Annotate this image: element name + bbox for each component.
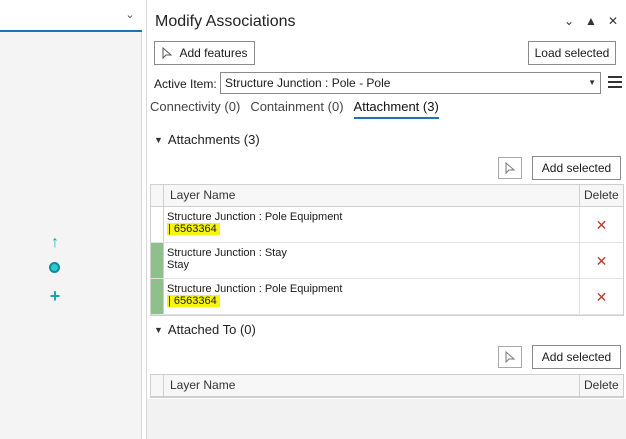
column-delete[interactable]: Delete bbox=[579, 375, 623, 396]
map-plus-symbol-icon[interactable]: + bbox=[46, 287, 64, 305]
attachments-title: Attachments (3) bbox=[167, 132, 260, 147]
map-view[interactable]: ⌄ ↑ + bbox=[0, 0, 142, 439]
association-tabs: Connectivity (0) Containment (0) Attachm… bbox=[150, 99, 439, 119]
map-arrow-symbol-icon[interactable]: ↑ bbox=[46, 234, 64, 252]
layer-name-cell: Structure Junction : Stay Stay bbox=[164, 243, 579, 278]
tab-connectivity[interactable]: Connectivity (0) bbox=[150, 99, 240, 119]
active-item-value: Structure Junction : Pole - Pole bbox=[225, 76, 391, 90]
chevron-down-icon[interactable]: ▼ bbox=[154, 325, 163, 335]
delete-cell: ✕ bbox=[579, 207, 623, 242]
dropdown-arrow-icon[interactable]: ▼ bbox=[588, 73, 596, 93]
table-header: Layer Name Delete bbox=[151, 185, 623, 207]
modify-associations-panel: Modify Associations ⌄ ▲ ✕ Add features L… bbox=[146, 0, 626, 439]
panel-controls: ⌄ ▲ ✕ bbox=[562, 14, 620, 28]
row-selector[interactable] bbox=[151, 207, 164, 242]
add-selected-button[interactable]: Add selected bbox=[532, 156, 621, 180]
column-layer-name[interactable]: Layer Name bbox=[164, 185, 579, 206]
table-header: Layer Name Delete bbox=[151, 375, 623, 397]
map-header: ⌄ bbox=[0, 0, 142, 32]
delete-icon[interactable]: ✕ bbox=[596, 218, 608, 232]
layer-name: Structure Junction : Pole Equipment bbox=[167, 283, 343, 295]
row-selector[interactable] bbox=[151, 243, 164, 278]
asset-id: Stay bbox=[167, 259, 190, 271]
chevron-down-icon[interactable]: ⌄ bbox=[124, 9, 136, 21]
table-row[interactable]: Structure Junction : Pole Equipment | 65… bbox=[151, 207, 623, 243]
delete-cell: ✕ bbox=[579, 279, 623, 314]
attached-to-section-header[interactable]: ▼ Attached To (0) bbox=[154, 322, 256, 337]
panel-title: Modify Associations bbox=[155, 13, 296, 30]
menu-icon[interactable] bbox=[608, 75, 622, 89]
cursor-icon bbox=[505, 162, 516, 174]
column-delete[interactable]: Delete bbox=[579, 185, 623, 206]
select-tool-button[interactable] bbox=[498, 157, 522, 179]
cursor-icon bbox=[162, 47, 173, 59]
table-row[interactable]: Structure Junction : Stay Stay ✕ bbox=[151, 243, 623, 279]
cursor-icon bbox=[505, 351, 516, 363]
close-icon[interactable]: ✕ bbox=[606, 14, 620, 28]
table-row[interactable]: Structure Junction : Pole Equipment | 65… bbox=[151, 279, 623, 315]
row-selector[interactable] bbox=[151, 279, 164, 314]
active-item-label: Active Item: bbox=[154, 77, 217, 91]
layer-name-cell: Structure Junction : Pole Equipment | 65… bbox=[164, 207, 579, 242]
add-features-label: Add features bbox=[179, 46, 248, 60]
delete-cell: ✕ bbox=[579, 243, 623, 278]
tab-containment[interactable]: Containment (0) bbox=[250, 99, 343, 119]
add-features-button[interactable]: Add features bbox=[154, 41, 255, 65]
column-layer-name[interactable]: Layer Name bbox=[164, 375, 579, 396]
empty-area bbox=[147, 399, 626, 439]
tab-attachment[interactable]: Attachment (3) bbox=[353, 99, 439, 119]
pin-icon[interactable]: ▲ bbox=[584, 14, 598, 28]
asset-id: | 6563364 bbox=[167, 295, 220, 307]
attached-to-title: Attached To (0) bbox=[167, 322, 256, 337]
chevron-down-icon[interactable]: ⌄ bbox=[562, 14, 576, 28]
active-item-select[interactable]: Structure Junction : Pole - Pole ▼ bbox=[220, 72, 601, 94]
layer-name: Structure Junction : Stay bbox=[167, 247, 287, 259]
chevron-down-icon[interactable]: ▼ bbox=[154, 135, 163, 145]
select-tool-button[interactable] bbox=[498, 346, 522, 368]
layer-name: Structure Junction : Pole Equipment bbox=[167, 211, 343, 223]
attachments-section-header[interactable]: ▼ Attachments (3) bbox=[154, 132, 260, 147]
map-point-symbol-icon[interactable] bbox=[49, 262, 60, 273]
attachments-table: Layer Name Delete Structure Junction : P… bbox=[150, 184, 624, 316]
delete-icon[interactable]: ✕ bbox=[596, 290, 608, 304]
delete-icon[interactable]: ✕ bbox=[596, 254, 608, 268]
asset-id: | 6563364 bbox=[167, 223, 220, 235]
add-selected-button[interactable]: Add selected bbox=[532, 345, 621, 369]
row-selector-header bbox=[151, 185, 164, 206]
row-selector-header bbox=[151, 375, 164, 396]
layer-name-cell: Structure Junction : Pole Equipment | 65… bbox=[164, 279, 579, 314]
load-selected-button[interactable]: Load selected bbox=[528, 41, 616, 65]
attached-to-table: Layer Name Delete bbox=[150, 374, 624, 398]
